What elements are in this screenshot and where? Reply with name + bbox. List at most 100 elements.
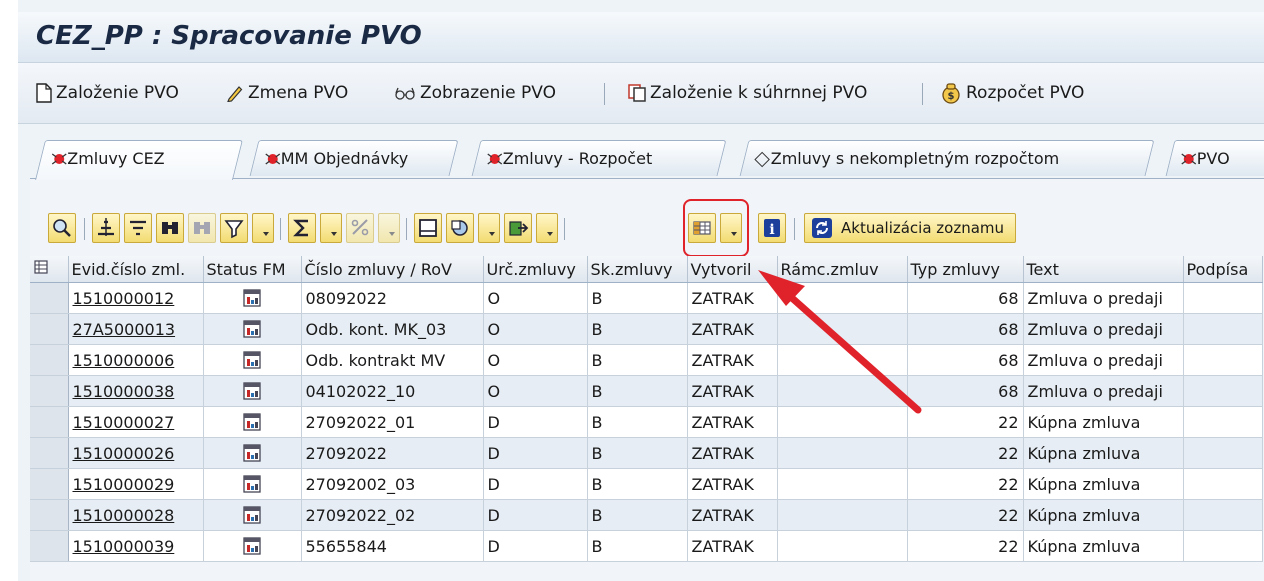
typ-zmluvy-cell: 22: [907, 437, 1024, 469]
row-selector[interactable]: [30, 499, 69, 531]
views-dropdown[interactable]: [478, 213, 500, 243]
find-button[interactable]: [156, 213, 184, 243]
info-icon: i: [764, 219, 780, 238]
row-selector[interactable]: [30, 437, 69, 469]
status-fm-cell[interactable]: [203, 282, 302, 314]
info-button[interactable]: i: [758, 213, 786, 243]
set-filter-button[interactable]: [220, 213, 248, 243]
details-button[interactable]: [48, 213, 76, 243]
total-button[interactable]: [288, 213, 316, 243]
status-fm-cell[interactable]: [203, 375, 302, 407]
status-fm-icon: [243, 444, 261, 462]
column-header[interactable]: Podpísa: [1183, 256, 1263, 283]
row-selector[interactable]: [30, 344, 69, 376]
status-fm-cell[interactable]: [203, 499, 302, 531]
evid-cell[interactable]: 1510000028: [68, 499, 204, 531]
table-row[interactable]: 1510000038 04102022_10 O B ZATRAK 68 Zmluva o …: [30, 375, 1263, 407]
status-fm-cell[interactable]: [203, 313, 302, 345]
row-selector[interactable]: [30, 530, 69, 562]
evid-cell[interactable]: 1510000027: [68, 406, 204, 438]
status-fm-cell[interactable]: [203, 406, 302, 438]
status-fm-icon: [243, 320, 261, 338]
table-row[interactable]: 1510000039 55655844 D B ZATRAK 22 Kúpna zmluva: [30, 530, 1263, 562]
change-pvo-button[interactable]: Zmena PVO: [226, 81, 348, 105]
evid-cell[interactable]: 1510000026: [68, 437, 204, 469]
diamond-icon: [754, 151, 770, 168]
sort-ascending-button[interactable]: [92, 213, 120, 243]
table-row[interactable]: 1510000006 Odb. kontrakt MV O B ZATRAK 68 Zmlu…: [30, 344, 1263, 376]
table-row[interactable]: 1510000028 27092022_02 D B ZATRAK 22 Kúpna zml…: [30, 499, 1263, 531]
select-all-header[interactable]: [30, 256, 69, 283]
subtotal-button[interactable]: [346, 213, 374, 243]
total-dropdown[interactable]: [320, 213, 342, 243]
display-pvo-button[interactable]: Zobrazenie PVO: [394, 81, 556, 105]
budget-pvo-button[interactable]: $ Rozpočet PVO: [940, 81, 1084, 105]
print-preview-button[interactable]: [414, 213, 442, 243]
evid-cell[interactable]: 1510000006: [68, 344, 204, 376]
table-row[interactable]: 27A5000013 Odb. kont. MK_03 O B ZATRAK 68 Zmlu…: [30, 313, 1263, 345]
create-pvo-button[interactable]: Založenie PVO: [36, 81, 179, 105]
tab-mm-objednavky[interactable]: MM Objednávky: [249, 140, 459, 176]
evid-link[interactable]: 1510000006: [73, 351, 175, 370]
table-row[interactable]: 1510000027 27092022_01 D B ZATRAK 22 Kúpna zml…: [30, 406, 1263, 438]
evid-link[interactable]: 1510000012: [73, 289, 175, 308]
column-header[interactable]: Evid.číslo zml.: [68, 256, 204, 283]
export-button[interactable]: [504, 213, 532, 243]
evid-cell[interactable]: 1510000038: [68, 375, 204, 407]
tab-zmluvy-rozpocet[interactable]: Zmluvy - Rozpočet: [471, 140, 727, 176]
evid-link[interactable]: 1510000027: [73, 413, 175, 432]
status-fm-cell[interactable]: [203, 468, 302, 500]
row-selector[interactable]: [30, 375, 69, 407]
row-selector[interactable]: [30, 282, 69, 314]
evid-link[interactable]: 27A5000013: [73, 320, 176, 339]
table-row[interactable]: 1510000012 08092022 O B ZATRAK 68 Zmluva o pre…: [30, 282, 1263, 314]
sort-descending-button[interactable]: [124, 213, 152, 243]
table-row[interactable]: 1510000029 27092002_03 D B ZATRAK 22 Kúpna zml…: [30, 468, 1263, 500]
tab-zmluvy-cez[interactable]: Zmluvy CEZ: [35, 140, 243, 180]
evid-cell[interactable]: 1510000039: [68, 530, 204, 562]
views-button[interactable]: [446, 213, 474, 243]
column-header[interactable]: Rámc.zmluv: [777, 256, 908, 283]
row-selector[interactable]: [30, 468, 69, 500]
cislo-zmluvy-cell: 27092022_02: [301, 499, 484, 531]
text-cell: Zmluva o predaji: [1023, 344, 1184, 376]
ramc-zmluv-cell: [777, 437, 908, 469]
subtotal-dropdown[interactable]: [378, 213, 400, 243]
refresh-list-button[interactable]: Aktualizácia zoznamu: [804, 213, 1016, 243]
evid-link[interactable]: 1510000026: [73, 444, 175, 463]
export-dropdown[interactable]: [536, 213, 558, 243]
red-bug-icon: [51, 153, 67, 165]
column-header[interactable]: Status FM: [203, 256, 302, 283]
status-fm-icon: [243, 413, 261, 431]
status-fm-cell[interactable]: [203, 344, 302, 376]
row-selector[interactable]: [30, 313, 69, 345]
column-header[interactable]: Text: [1023, 256, 1184, 283]
status-fm-cell[interactable]: [203, 437, 302, 469]
vytvoril-cell: ZATRAK: [687, 468, 778, 500]
evid-cell[interactable]: 1510000029: [68, 468, 204, 500]
create-summary-pvo-button[interactable]: Založenie k súhrnnej PVO: [628, 81, 867, 105]
evid-link[interactable]: 1510000029: [73, 475, 175, 494]
money-bag-icon: $: [942, 83, 960, 104]
binoculars-next-icon: [194, 222, 210, 234]
column-header[interactable]: Urč.zmluvy: [483, 256, 588, 283]
podpisane-cell: [1183, 406, 1263, 438]
evid-cell[interactable]: 27A5000013: [68, 313, 204, 345]
tab-pvo[interactable]: PVO: [1165, 140, 1264, 176]
column-header[interactable]: Typ zmluvy: [907, 256, 1024, 283]
table-row[interactable]: 1510000026 27092022 D B ZATRAK 22 Kúpna zmluva: [30, 437, 1263, 469]
row-selector[interactable]: [30, 406, 69, 438]
evid-link[interactable]: 1510000028: [73, 506, 175, 525]
evid-link[interactable]: 1510000038: [73, 382, 175, 401]
column-header[interactable]: Sk.zmluvy: [587, 256, 688, 283]
export-icon: [509, 221, 529, 236]
evid-cell[interactable]: 1510000012: [68, 282, 204, 314]
column-header[interactable]: Číslo zmluvy / RoV: [301, 256, 484, 283]
tab-zmluvy-nekompletny-rozpocet[interactable]: Zmluvy s nekompletným rozpočtom: [739, 140, 1155, 176]
column-header[interactable]: Vytvoril: [687, 256, 778, 283]
status-fm-cell[interactable]: [203, 530, 302, 562]
find-next-button[interactable]: [188, 213, 216, 243]
evid-link[interactable]: 1510000039: [73, 537, 175, 556]
vytvoril-cell: ZATRAK: [687, 437, 778, 469]
filter-dropdown[interactable]: [252, 213, 274, 243]
